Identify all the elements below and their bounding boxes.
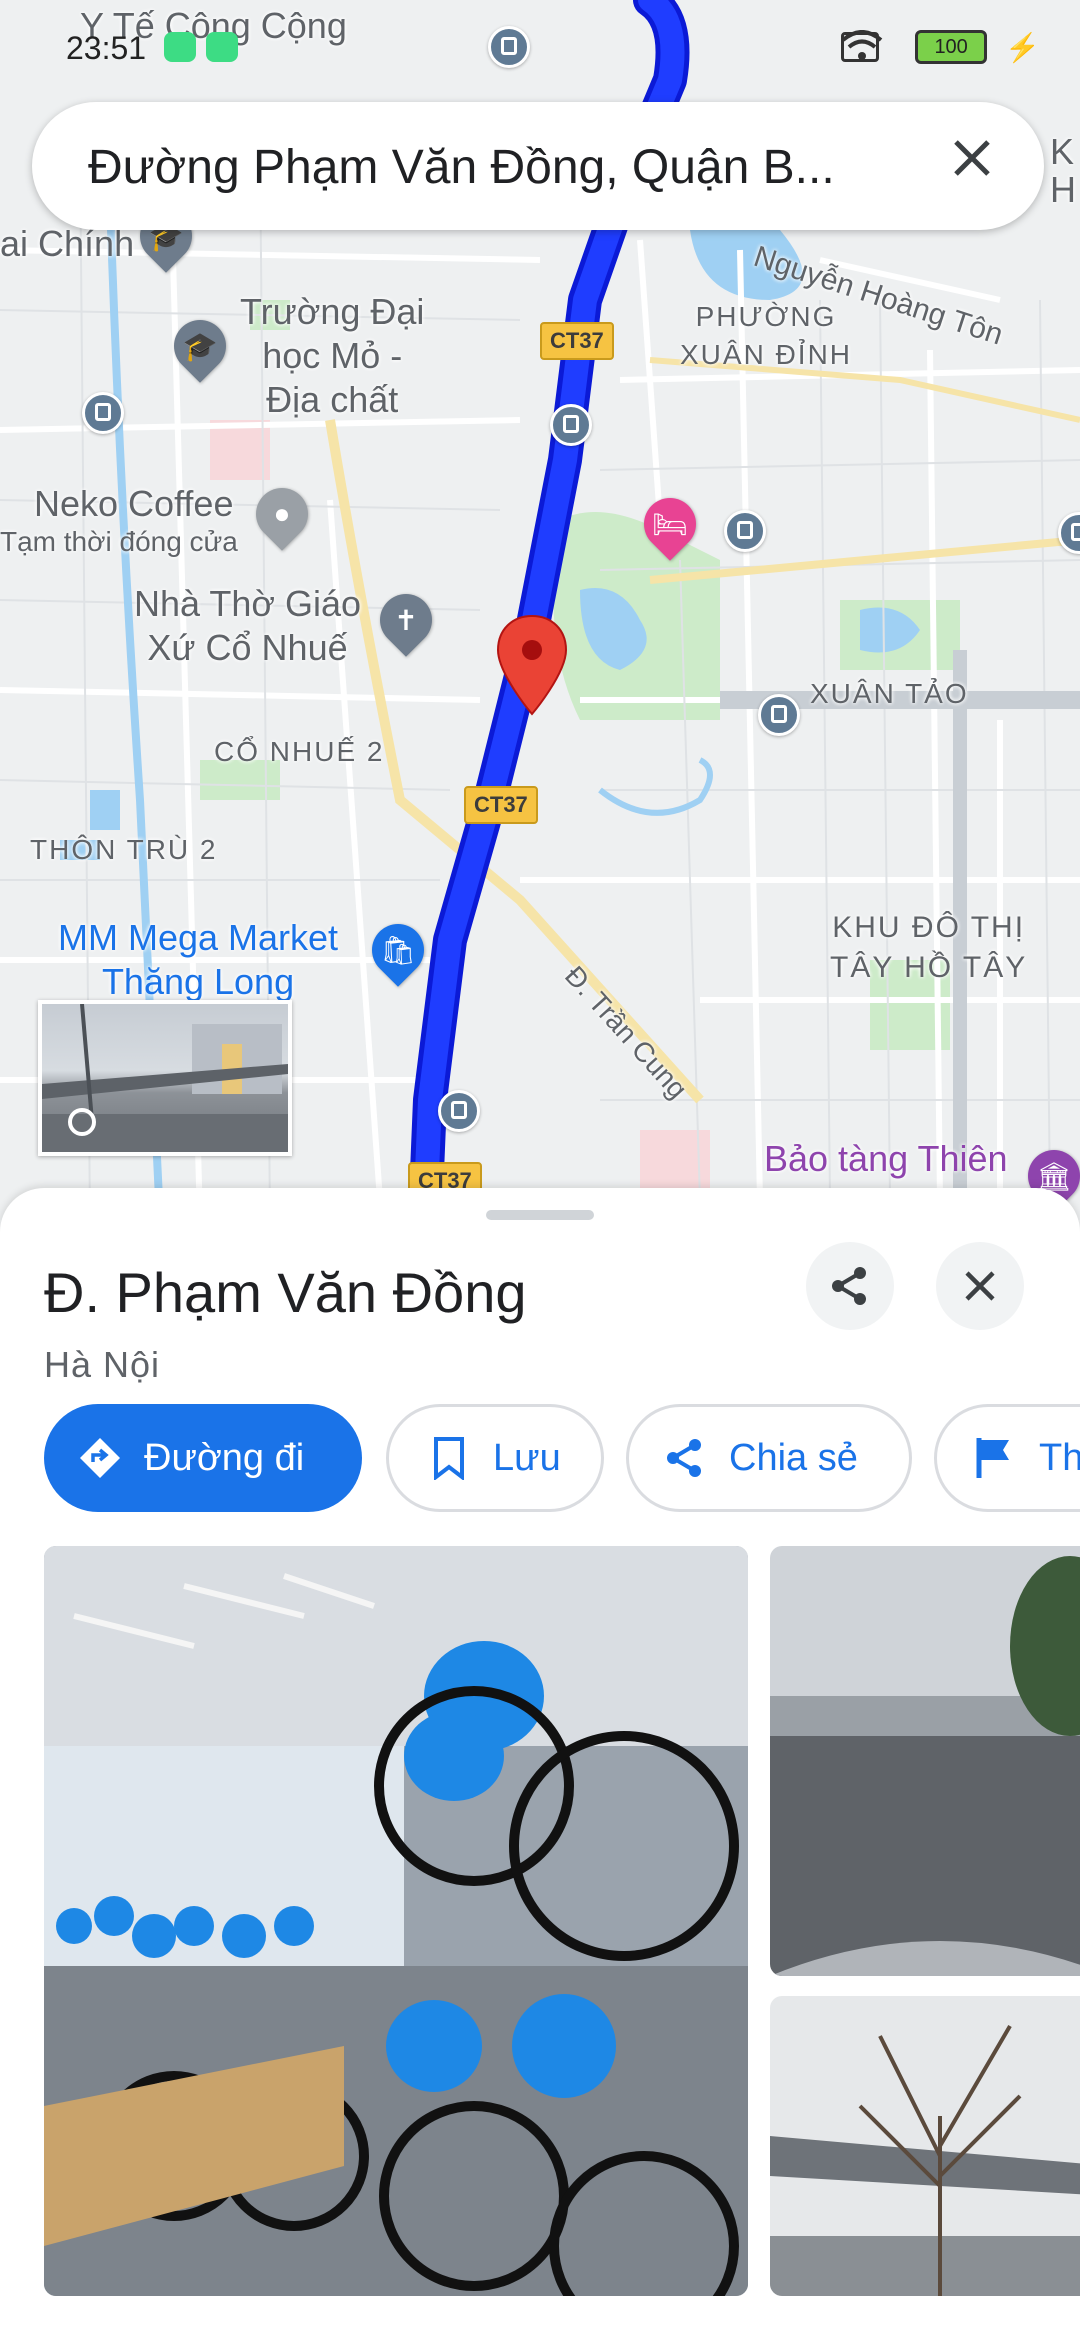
bus-stop-icon[interactable] bbox=[82, 392, 124, 434]
share-icon bbox=[663, 1436, 707, 1480]
road-shield-ct37: CT37 bbox=[464, 786, 538, 824]
charging-icon: ⚡ bbox=[1005, 31, 1040, 63]
map-label-co-nhue: CỔ NHUẾ 2 bbox=[214, 736, 385, 767]
photo-street-view[interactable] bbox=[770, 1546, 1080, 1976]
street-view-thumbnail[interactable] bbox=[38, 1000, 292, 1156]
save-button[interactable]: Lưu bbox=[386, 1404, 604, 1512]
map-label-nha-tho[interactable]: Nhà Thờ Giáo Xứ Cổ Nhuế bbox=[134, 582, 361, 670]
place-bottom-sheet[interactable]: Đ. Phạm Văn Đồng Hà Nội Đường đi Lưu Chi… bbox=[0, 1188, 1080, 2340]
road-shield-ct37: CT37 bbox=[540, 322, 614, 360]
directions-icon bbox=[78, 1436, 122, 1480]
map-label-neko-coffee[interactable]: Neko Coffee bbox=[34, 482, 233, 526]
flag-button[interactable]: Th bbox=[934, 1404, 1080, 1512]
hotel-icon[interactable]: 🛏 bbox=[633, 487, 707, 561]
drag-handle[interactable] bbox=[486, 1210, 594, 1220]
app-notification-icon bbox=[164, 32, 196, 62]
cafe-icon[interactable]: ● bbox=[245, 477, 319, 551]
school-icon[interactable]: 🎓 bbox=[163, 309, 237, 383]
map-label-edge-h: H bbox=[1050, 169, 1076, 210]
church-icon[interactable]: ✝ bbox=[369, 583, 443, 657]
status-bar: 23:51 100 ⚡ bbox=[0, 0, 1080, 100]
place-title: Đ. Phạm Văn Đồng bbox=[44, 1261, 527, 1324]
bus-stop-icon[interactable] bbox=[758, 694, 800, 736]
bus-stop-icon[interactable] bbox=[724, 510, 766, 552]
map-label-neko-status: Tạm thời đóng cửa bbox=[0, 526, 238, 557]
search-input[interactable]: Đường Phạm Văn Đồng, Quận B... bbox=[88, 140, 948, 195]
search-bar[interactable]: Đường Phạm Văn Đồng, Quận B... bbox=[32, 102, 1044, 230]
flag-label: Th bbox=[1039, 1436, 1080, 1479]
map-label-truong-dai-hoc[interactable]: Trường Đại học Mỏ - Địa chất bbox=[240, 290, 424, 422]
close-sheet-button[interactable] bbox=[936, 1242, 1024, 1330]
place-subtitle: Hà Nội bbox=[44, 1344, 161, 1385]
map-label-xuan-tao: XUÂN TẢO bbox=[810, 678, 969, 709]
photo-overpass[interactable] bbox=[770, 1996, 1080, 2296]
close-icon bbox=[965, 1271, 995, 1301]
close-icon[interactable] bbox=[952, 138, 1008, 194]
share-label: Chia sẻ bbox=[729, 1436, 858, 1479]
map-label-bao-tang[interactable]: Bảo tàng Thiên bbox=[764, 1138, 1008, 1180]
directions-button[interactable]: Đường đi bbox=[44, 1404, 362, 1512]
directions-label: Đường đi bbox=[144, 1436, 305, 1479]
battery-icon: 100 bbox=[915, 30, 988, 64]
bus-stop-icon[interactable] bbox=[550, 404, 592, 446]
share-button[interactable] bbox=[806, 1242, 894, 1330]
save-label: Lưu bbox=[493, 1436, 561, 1479]
map-label-mm-mega-market[interactable]: MM Mega Market Thăng Long bbox=[58, 916, 338, 1004]
shopping-icon[interactable]: 🛍 bbox=[361, 913, 435, 987]
photo-bike-store[interactable] bbox=[44, 1546, 748, 2296]
flag-icon bbox=[973, 1436, 1017, 1480]
map-view[interactable]: Y Tế Công Cộng ai Chính Trường Đại học M… bbox=[0, 0, 1080, 1220]
map-label-phuong-xuan-dinh: PHƯỜNG XUÂN ĐỈNH bbox=[680, 301, 853, 370]
map-label-thon-tru: THÔN TRÙ 2 bbox=[30, 834, 218, 865]
status-time: 23:51 bbox=[66, 30, 147, 66]
bus-stop-icon[interactable] bbox=[438, 1090, 480, 1132]
share-chip-button[interactable]: Chia sẻ bbox=[626, 1404, 912, 1512]
share-icon bbox=[832, 1267, 866, 1305]
bookmark-icon bbox=[427, 1436, 471, 1480]
map-label-khu-do-thi: KHU ĐÔ THỊ TÂY HỒ TÂY bbox=[830, 911, 1028, 984]
battery-level: 100 bbox=[934, 35, 968, 58]
app-notification-icon bbox=[206, 32, 238, 62]
